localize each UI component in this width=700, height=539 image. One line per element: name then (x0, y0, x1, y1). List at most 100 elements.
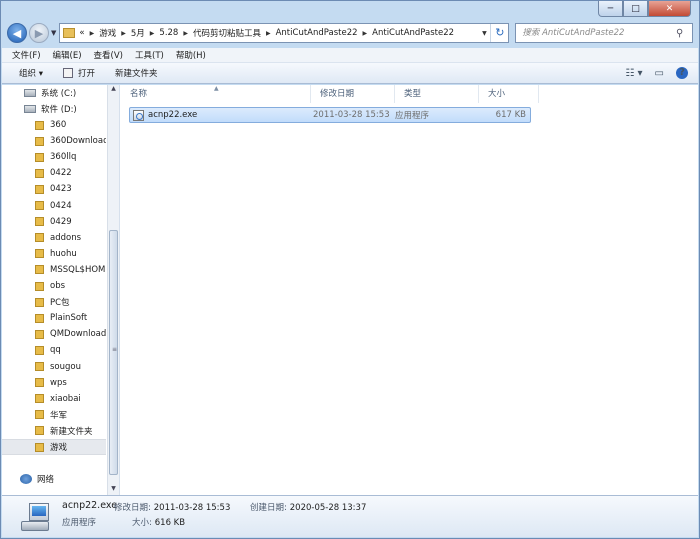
folder-icon (35, 152, 44, 162)
nav-item-folder[interactable]: 0423 (2, 181, 106, 197)
nav-scrollbar[interactable]: ▲ ≡ ▼ (107, 85, 119, 495)
nav-item-folder[interactable]: 新建文件夹 (2, 423, 106, 439)
open-button[interactable]: 打开 (62, 67, 95, 79)
breadcrumb-item[interactable]: 代码剪切粘贴工具 (193, 27, 261, 39)
chevron-right-icon[interactable]: ▶ (121, 30, 126, 37)
maximize-button[interactable]: □ (623, 1, 648, 17)
explorer-window: ─ □ ✕ ◀ ▶ ▼ « ▶ 游戏 ▶ 5月 ▶ 5.28 ▶ 代码剪切粘贴工… (0, 0, 700, 539)
scrollbar-thumb[interactable]: ≡ (109, 230, 118, 475)
folder-icon (35, 426, 44, 436)
nav-item-folder[interactable]: QMDownload (2, 326, 106, 342)
file-modified: 2011-03-28 15:53 (313, 110, 390, 120)
breadcrumb-item[interactable]: 5月 (131, 27, 145, 39)
menu-file[interactable]: 文件(F) (12, 49, 41, 61)
new-folder-button[interactable]: 新建文件夹 (115, 67, 158, 79)
file-row[interactable]: acnp22.exe 2011-03-28 15:53 应用程序 617 KB (129, 107, 531, 123)
nav-item-folder[interactable]: 0424 (2, 198, 106, 214)
refresh-button[interactable]: ↻ (490, 24, 508, 42)
breadcrumb-item[interactable]: AntiCutAndPaste22 (372, 28, 454, 38)
nav-item-folder[interactable]: MSSQL$HOM (2, 262, 106, 278)
help-button[interactable]: ? (676, 67, 688, 79)
chevron-right-icon[interactable]: ▶ (150, 30, 155, 37)
address-row: ◀ ▶ ▼ « ▶ 游戏 ▶ 5月 ▶ 5.28 ▶ 代码剪切粘贴工具 ▶ An… (7, 20, 693, 46)
menu-edit[interactable]: 编辑(E) (53, 49, 82, 61)
chevron-right-icon[interactable]: ▶ (266, 30, 271, 37)
nav-item-folder[interactable]: addons (2, 230, 106, 246)
nav-item-folder[interactable]: huohu (2, 246, 106, 262)
folder-icon (35, 249, 44, 259)
folder-icon (35, 410, 44, 420)
scroll-down-icon[interactable]: ▼ (108, 485, 119, 495)
folder-icon (35, 281, 44, 291)
nav-item-drive-c[interactable]: 系统 (C:) (2, 85, 106, 101)
folder-icon (35, 378, 44, 388)
nav-item-folder[interactable]: 华军 (2, 407, 106, 423)
column-headers: 名称 修改日期 类型 大小 (121, 85, 698, 103)
details-size-label: 大小: (132, 518, 152, 528)
nav-item-folder[interactable]: obs (2, 278, 106, 294)
breadcrumb-item[interactable]: 5.28 (159, 28, 178, 38)
search-icon[interactable]: ⚲ (676, 28, 692, 39)
column-header-modified[interactable]: 修改日期 (311, 85, 395, 103)
chevron-right-icon[interactable]: ▶ (363, 30, 368, 37)
nav-item-folder[interactable]: PC包 (2, 294, 106, 310)
nav-item-label: 网络 (37, 475, 55, 485)
nav-item-label: 游戏 (50, 443, 68, 453)
search-input[interactable] (522, 28, 676, 38)
nav-item-folder[interactable]: sougou (2, 359, 106, 375)
menu-view[interactable]: 查看(V) (94, 49, 123, 61)
breadcrumb-overflow[interactable]: « (79, 28, 84, 38)
organize-button[interactable]: 组织 ▾ (19, 67, 43, 79)
change-view-button[interactable]: ☷ ▾ (625, 68, 642, 79)
column-header-size[interactable]: 大小 (479, 85, 539, 103)
breadcrumb-item[interactable]: AntiCutAndPaste22 (276, 28, 358, 38)
nav-item-label: 0423 (50, 184, 72, 195)
folder-icon (35, 120, 44, 130)
network-icon (20, 474, 32, 484)
column-header-type[interactable]: 类型 (395, 85, 479, 103)
details-created: 创建日期: 2020-05-28 13:37 (250, 501, 366, 513)
nav-item-folder[interactable]: 0422 (2, 165, 106, 181)
nav-item-network[interactable]: 网络 (2, 471, 106, 487)
breadcrumb-item[interactable]: 游戏 (99, 27, 116, 39)
nav-item-folder[interactable]: 360Download (2, 133, 106, 149)
close-button[interactable]: ✕ (648, 1, 691, 17)
drive-icon (24, 105, 36, 113)
address-dropdown-icon[interactable]: ▼ (478, 30, 490, 37)
details-modified-value: 2011-03-28 15:53 (153, 503, 231, 513)
chevron-right-icon[interactable]: ▶ (183, 30, 188, 37)
menu-help[interactable]: 帮助(H) (176, 49, 206, 61)
application-icon (19, 501, 51, 533)
chevron-right-icon[interactable]: ▶ (90, 30, 95, 37)
back-button[interactable]: ◀ (7, 23, 27, 43)
nav-item-folder[interactable]: qq (2, 342, 106, 358)
recent-pages-dropdown[interactable]: ▼ (51, 29, 56, 37)
preview-pane-button[interactable]: ▭ (655, 68, 664, 79)
nav-item-folder[interactable]: 360 (2, 117, 106, 133)
address-bar[interactable]: « ▶ 游戏 ▶ 5月 ▶ 5.28 ▶ 代码剪切粘贴工具 ▶ AntiCutA… (59, 23, 510, 43)
folder-icon (35, 184, 44, 194)
details-file-name: acnp22.exe (62, 500, 118, 511)
forward-button[interactable]: ▶ (29, 23, 49, 43)
nav-item-drive-d[interactable]: 软件 (D:) (2, 101, 106, 117)
nav-item-label: wps (50, 377, 67, 388)
nav-item-folder[interactable]: 游戏 (2, 439, 106, 455)
minimize-button[interactable]: ─ (598, 1, 623, 17)
scroll-up-icon[interactable]: ▲ (108, 85, 119, 95)
open-label: 打开 (77, 69, 95, 79)
nav-item-folder[interactable]: 360llq (2, 149, 106, 165)
details-modified: 修改日期: 2011-03-28 15:53 (114, 501, 230, 513)
nav-item-label: PlainSoft (50, 313, 88, 324)
folder-icon (63, 28, 76, 38)
nav-item-folder[interactable]: PlainSoft (2, 310, 106, 326)
nav-item-folder[interactable]: wps (2, 375, 106, 391)
nav-item-label: qq (50, 345, 61, 356)
nav-item-folder[interactable]: 0429 (2, 214, 106, 230)
menu-tools[interactable]: 工具(T) (135, 49, 164, 61)
nav-item-label: huohu (50, 248, 77, 259)
sort-indicator-icon: ▲ (214, 85, 219, 92)
details-modified-label: 修改日期: (114, 503, 151, 513)
nav-item-folder[interactable]: xiaobai (2, 391, 106, 407)
nav-item-label: 0422 (50, 168, 72, 179)
folder-icon (35, 313, 44, 323)
